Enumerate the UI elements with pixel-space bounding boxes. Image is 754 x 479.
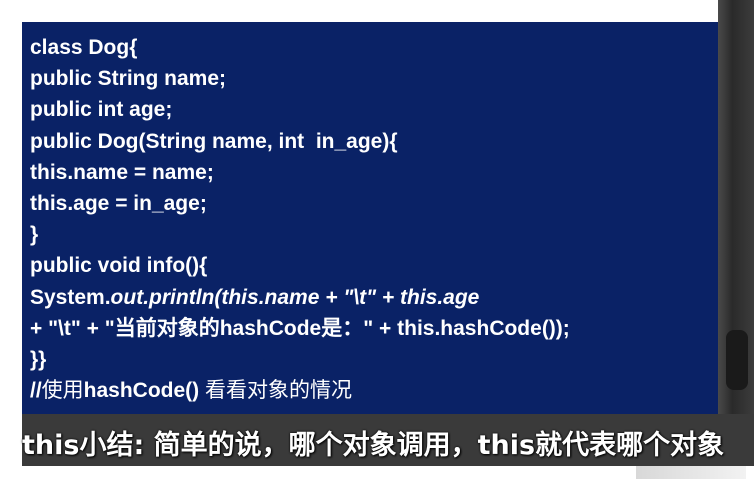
code-slide: class Dog{ public String name; public in… bbox=[22, 22, 718, 414]
code-line-8: public void info(){ bbox=[30, 254, 208, 278]
code-comment: //使用hashCode() 看看对象的情况 bbox=[30, 375, 718, 406]
comment-code-part: hashCode() bbox=[83, 379, 200, 403]
println-plus-tab: + "\t" + bbox=[319, 285, 400, 309]
code-line-4: public Dog(String name, int in_age){ bbox=[30, 129, 398, 153]
println-this-age: this.age bbox=[400, 285, 480, 309]
println-out: out bbox=[110, 285, 144, 309]
code-line-3: public int age; bbox=[30, 98, 173, 122]
background-shadow bbox=[726, 330, 748, 390]
code-line-2: public String name; bbox=[30, 67, 227, 91]
println-prefix: System. bbox=[30, 285, 111, 309]
comment-text-before: 使用 bbox=[41, 379, 84, 403]
background-edge bbox=[718, 0, 754, 479]
code-line-concat: + "\t" + "当前对象的hashCode是：" + this.hashCo… bbox=[30, 316, 570, 340]
comment-text-after: 看看对象的情况 bbox=[199, 379, 353, 403]
video-frame: class Dog{ public String name; public in… bbox=[0, 0, 754, 479]
code-line-6: this.age = in_age; bbox=[30, 192, 207, 216]
comment-slashes: // bbox=[30, 379, 42, 403]
subtitle-caption: this小结: 简单的说，哪个对象调用，this就代表哪个对象 bbox=[22, 430, 725, 461]
code-line-1: class Dog{ bbox=[30, 36, 138, 59]
println-this-name: this.name bbox=[221, 285, 320, 309]
code-line-println: System.out.println(this.name + "\t" + th… bbox=[30, 282, 718, 313]
code-line-7: } bbox=[30, 223, 39, 247]
println-method: println( bbox=[149, 285, 222, 309]
watermark-logo bbox=[636, 466, 746, 479]
code-line-closing: }} bbox=[30, 348, 47, 372]
code-line-5: this.name = name; bbox=[30, 160, 214, 184]
